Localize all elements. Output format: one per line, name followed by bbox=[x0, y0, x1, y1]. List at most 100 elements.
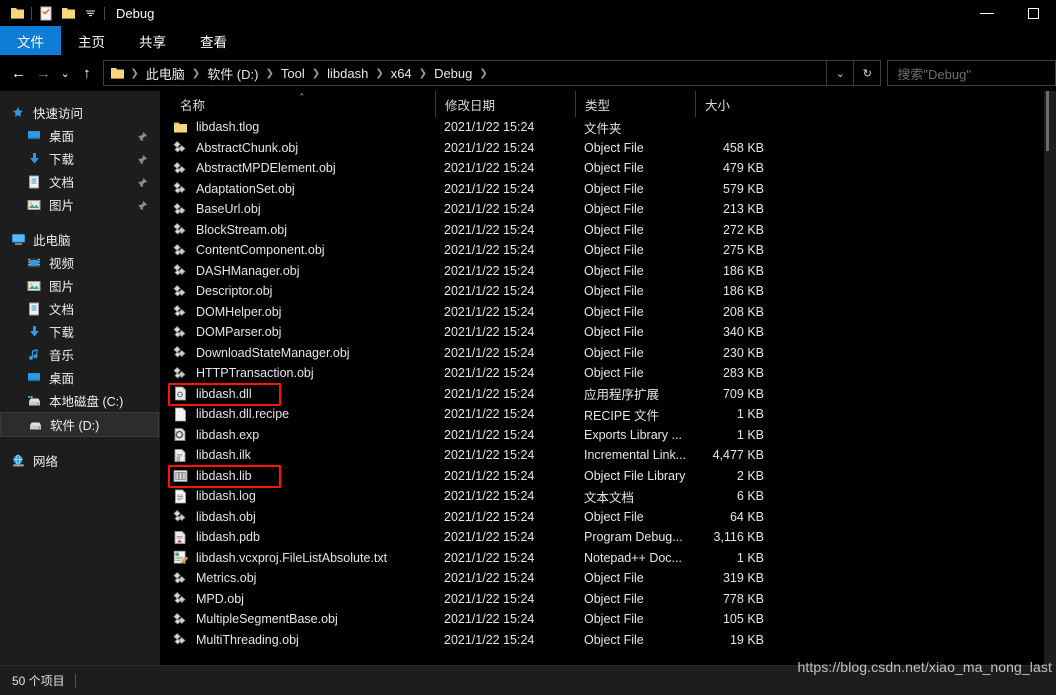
sidebar-group-quick-access[interactable]: 快速访问 bbox=[0, 101, 159, 124]
sidebar-item-downloads-pc[interactable]: 下载 bbox=[0, 320, 159, 343]
table-row[interactable]: AbstractChunk.obj 2021/1/22 15:24 Object F… bbox=[160, 138, 1056, 159]
cell-name[interactable]: MultiThreading.obj bbox=[160, 632, 435, 648]
table-row[interactable]: libdash.exp 2021/1/22 15:24 Exports Librar… bbox=[160, 425, 1056, 446]
recent-locations-button[interactable]: ⌄ bbox=[56, 58, 74, 88]
table-row[interactable]: libdash.log 2021/1/22 15:24 文本文档 6 KB bbox=[160, 486, 1056, 507]
table-row[interactable]: DOMParser.obj 2021/1/22 15:24 Object File 3… bbox=[160, 322, 1056, 343]
table-row[interactable]: BaseUrl.obj 2021/1/22 15:24 Object File 213… bbox=[160, 199, 1056, 220]
cell-name[interactable]: libdash.ilk bbox=[160, 447, 435, 463]
sidebar-group-network[interactable]: 网络 bbox=[0, 449, 159, 472]
table-row[interactable]: libdash.lib 2021/1/22 15:24 Object File Li… bbox=[160, 466, 1056, 487]
vertical-scrollbar[interactable] bbox=[1044, 91, 1056, 665]
tab-home[interactable]: 主页 bbox=[61, 26, 122, 55]
sidebar-item-drive-d[interactable]: 软件 (D:) bbox=[0, 412, 159, 437]
cell-name[interactable]: libdash.vcxproj.FileListAbsolute.txt bbox=[160, 550, 435, 566]
breadcrumb-x64[interactable]: x64 bbox=[385, 66, 418, 81]
cell-name[interactable]: AbstractMPDElement.obj bbox=[160, 160, 435, 176]
table-row[interactable]: Metrics.obj 2021/1/22 15:24 Object File 319… bbox=[160, 568, 1056, 589]
search-input[interactable]: 搜索"Debug" bbox=[887, 60, 1056, 86]
table-row[interactable]: ContentComponent.obj 2021/1/22 15:24 Objec… bbox=[160, 240, 1056, 261]
sidebar-item-downloads[interactable]: 下载 bbox=[0, 147, 159, 170]
cell-name[interactable]: DownloadStateManager.obj bbox=[160, 345, 435, 361]
back-button[interactable]: ← bbox=[6, 58, 31, 88]
table-row[interactable]: MPD.obj 2021/1/22 15:24 Object File 778 KB bbox=[160, 589, 1056, 610]
table-row[interactable]: MultipleSegmentBase.obj 2021/1/22 15:24 Ob… bbox=[160, 609, 1056, 630]
tab-file[interactable]: 文件 bbox=[0, 26, 61, 55]
breadcrumb-libdash[interactable]: libdash bbox=[321, 66, 374, 81]
cell-name[interactable]: MultipleSegmentBase.obj bbox=[160, 611, 435, 627]
table-row[interactable]: DownloadStateManager.obj 2021/1/22 15:24 O… bbox=[160, 343, 1056, 364]
cell-name[interactable]: DASHManager.obj bbox=[160, 263, 435, 279]
tab-share[interactable]: 共享 bbox=[122, 26, 183, 55]
cell-name[interactable]: AdaptationSet.obj bbox=[160, 181, 435, 197]
cell-name[interactable]: libdash.log bbox=[160, 488, 435, 504]
table-row[interactable]: Descriptor.obj 2021/1/22 15:24 Object File… bbox=[160, 281, 1056, 302]
pin-icon[interactable] bbox=[137, 152, 148, 170]
table-row[interactable]: DASHManager.obj 2021/1/22 15:24 Object Fil… bbox=[160, 261, 1056, 282]
file-rows-container[interactable]: libdash.tlog 2021/1/22 15:24 文件夹 AbstractCh… bbox=[160, 117, 1056, 665]
pin-icon[interactable] bbox=[137, 198, 148, 216]
sidebar-item-videos[interactable]: 视频 bbox=[0, 251, 159, 274]
table-row[interactable]: libdash.dll 2021/1/22 15:24 应用程序扩展 709 KB bbox=[160, 384, 1056, 405]
cell-name[interactable]: libdash.lib bbox=[160, 468, 435, 484]
table-row[interactable]: DOMHelper.obj 2021/1/22 15:24 Object File 2… bbox=[160, 302, 1056, 323]
history-dropdown-button[interactable]: ⌄ bbox=[827, 61, 853, 85]
cell-name[interactable]: libdash.exp bbox=[160, 427, 435, 443]
cell-name[interactable]: HTTPTransaction.obj bbox=[160, 365, 435, 381]
sidebar-item-documents[interactable]: 文档 bbox=[0, 170, 159, 193]
pin-icon[interactable] bbox=[137, 129, 148, 147]
chevron-down-icon[interactable] bbox=[79, 2, 101, 24]
up-button[interactable]: ↑ bbox=[74, 58, 99, 88]
cell-name[interactable]: AbstractChunk.obj bbox=[160, 140, 435, 156]
maximize-button[interactable] bbox=[1010, 0, 1056, 26]
breadcrumb-drive-d[interactable]: 软件 (D:) bbox=[201, 64, 264, 83]
breadcrumb-tool[interactable]: Tool bbox=[275, 66, 311, 81]
address-bar[interactable]: ❯ 此电脑 ❯ 软件 (D:) ❯ Tool ❯ libdash ❯ x64 ❯… bbox=[103, 60, 882, 86]
table-row[interactable]: BlockStream.obj 2021/1/22 15:24 Object Fil… bbox=[160, 220, 1056, 241]
cell-name[interactable]: libdash.obj bbox=[160, 509, 435, 525]
table-row[interactable]: libdash.tlog 2021/1/22 15:24 文件夹 bbox=[160, 117, 1056, 138]
sidebar-item-pictures[interactable]: 图片 bbox=[0, 193, 159, 216]
cell-name[interactable]: libdash.pdb bbox=[160, 529, 435, 545]
table-row[interactable]: MultiThreading.obj 2021/1/22 15:24 Object … bbox=[160, 630, 1056, 651]
cell-name[interactable]: DOMHelper.obj bbox=[160, 304, 435, 320]
table-row[interactable]: libdash.pdb 2021/1/22 15:24 Program Debug.… bbox=[160, 527, 1056, 548]
cell-name[interactable]: BaseUrl.obj bbox=[160, 201, 435, 217]
column-header-size[interactable]: 大小 bbox=[695, 91, 776, 117]
sidebar-group-this-pc[interactable]: 此电脑 bbox=[0, 228, 159, 251]
sidebar-item-documents-pc[interactable]: 文档 bbox=[0, 297, 159, 320]
column-header-date[interactable]: 修改日期 bbox=[435, 91, 575, 117]
column-header-type[interactable]: 类型 bbox=[575, 91, 695, 117]
breadcrumb-debug[interactable]: Debug bbox=[428, 66, 478, 81]
properties-icon[interactable] bbox=[35, 2, 57, 24]
cell-name[interactable]: DOMParser.obj bbox=[160, 324, 435, 340]
cell-name[interactable]: libdash.dll bbox=[160, 386, 435, 402]
table-row[interactable]: libdash.vcxproj.FileListAbsolute.txt 2021… bbox=[160, 548, 1056, 569]
table-row[interactable]: AdaptationSet.obj 2021/1/22 15:24 Object F… bbox=[160, 179, 1056, 200]
sidebar-item-music[interactable]: 音乐 bbox=[0, 343, 159, 366]
sidebar-item-desktop-pc[interactable]: 桌面 bbox=[0, 366, 159, 389]
table-row[interactable]: HTTPTransaction.obj 2021/1/22 15:24 Object… bbox=[160, 363, 1056, 384]
table-row[interactable]: libdash.dll.recipe 2021/1/22 15:24 RECIPE … bbox=[160, 404, 1056, 425]
cell-name[interactable]: Descriptor.obj bbox=[160, 283, 435, 299]
sidebar-item-desktop[interactable]: 桌面 bbox=[0, 124, 159, 147]
cell-name[interactable]: Metrics.obj bbox=[160, 570, 435, 586]
cell-name[interactable]: ContentComponent.obj bbox=[160, 242, 435, 258]
cell-name[interactable]: MPD.obj bbox=[160, 591, 435, 607]
table-row[interactable]: libdash.ilk 2021/1/22 15:24 Incremental Li… bbox=[160, 445, 1056, 466]
cell-name[interactable]: BlockStream.obj bbox=[160, 222, 435, 238]
tab-view[interactable]: 查看 bbox=[183, 26, 244, 55]
pin-icon[interactable] bbox=[137, 175, 148, 193]
table-row[interactable]: AbstractMPDElement.obj 2021/1/22 15:24 Obj… bbox=[160, 158, 1056, 179]
refresh-button[interactable]: ↻ bbox=[854, 61, 880, 85]
sidebar-item-local-disk-c[interactable]: 本地磁盘 (C:) bbox=[0, 389, 159, 412]
breadcrumb-this-pc[interactable]: 此电脑 bbox=[140, 64, 191, 83]
table-row[interactable]: libdash.obj 2021/1/22 15:24 Object File 64 … bbox=[160, 507, 1056, 528]
cell-name[interactable]: libdash.dll.recipe bbox=[160, 406, 435, 422]
scrollbar-thumb[interactable] bbox=[1046, 91, 1049, 151]
folder-icon[interactable] bbox=[6, 2, 28, 24]
forward-button[interactable]: → bbox=[31, 58, 56, 88]
new-folder-icon[interactable] bbox=[57, 2, 79, 24]
sidebar-item-pictures-pc[interactable]: 图片 bbox=[0, 274, 159, 297]
cell-name[interactable]: libdash.tlog bbox=[160, 119, 435, 135]
